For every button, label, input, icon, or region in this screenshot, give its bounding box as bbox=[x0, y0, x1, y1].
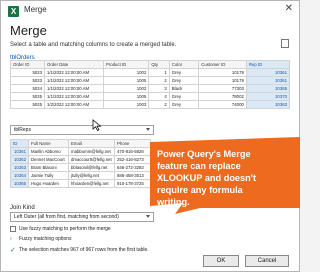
callout-bubble bbox=[150, 137, 300, 214]
callout-line: Power Query's Merge bbox=[157, 149, 251, 159]
callout-line: XLOOKUP and doesn't bbox=[157, 173, 257, 183]
callout-line: require any formula bbox=[157, 185, 243, 195]
callout-text: Power Query's Merge feature can replace … bbox=[157, 148, 297, 208]
callout-line: feature can replace bbox=[157, 161, 241, 171]
callout-line: writing. bbox=[157, 197, 190, 207]
